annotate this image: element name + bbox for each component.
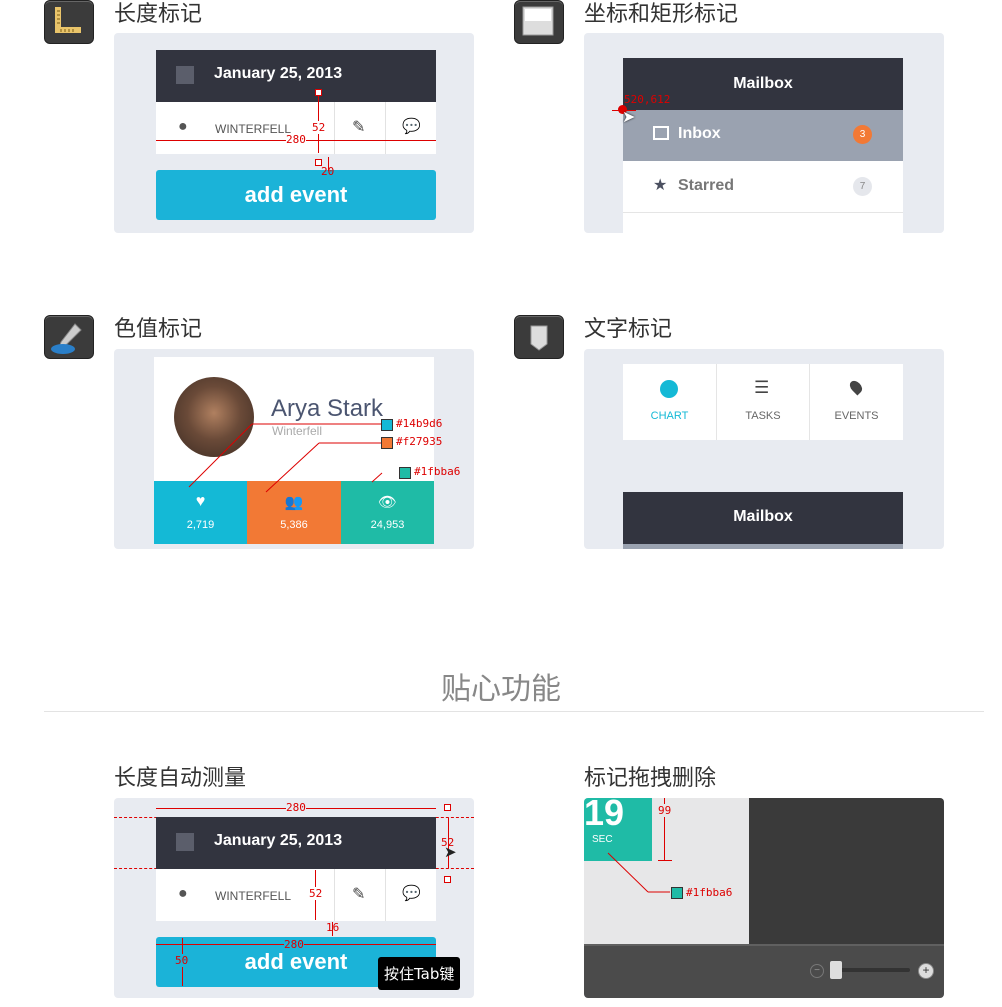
calendar-icon <box>176 833 194 851</box>
pie-chart-icon <box>660 380 678 398</box>
bottom-toolbar: − + <box>584 944 944 998</box>
text-tool-icon[interactable] <box>514 315 564 359</box>
swatch-orange <box>381 437 393 449</box>
swatch-teal <box>399 467 411 479</box>
auto-card-body: ● WINTERFELL ✎ 💬 <box>156 869 436 921</box>
inbox-icon <box>653 126 669 140</box>
comment-icon[interactable]: 💬 <box>402 884 421 902</box>
drag-demo-panel: 19 SEC 99 #1fbba6 − + <box>584 798 944 998</box>
zoom-out-icon[interactable]: − <box>810 964 824 978</box>
zoom-slider[interactable] <box>832 968 910 972</box>
tab-chart[interactable]: CHART <box>623 364 716 440</box>
add-event-button[interactable]: add event <box>156 170 436 220</box>
inbox-label: Inbox <box>678 125 721 142</box>
text-demo-panel: CHART ☰ TASKS EVENTS Mailbox <box>584 349 944 549</box>
section-title-coord: 坐标和矩形标记 <box>584 2 739 27</box>
color-label-orange: #f27935 <box>396 435 443 448</box>
auto-demo-panel: 280 January 25, 2013 ● WINTERFELL ✎ 💬 52… <box>114 798 474 998</box>
swatch-blue <box>381 419 393 431</box>
pin-icon <box>847 378 865 396</box>
section-title-auto: 长度自动测量 <box>114 766 247 791</box>
section-title-color: 色值标记 <box>114 317 203 342</box>
section-title-text: 文字标记 <box>584 317 673 342</box>
zoom-in-icon[interactable]: + <box>918 963 934 979</box>
tab-key-tooltip: 按住Tab键 <box>378 957 461 990</box>
event-date: January 25, 2013 <box>214 65 343 82</box>
location-pin-icon: ● <box>178 118 188 135</box>
color-label-teal: #1fbba6 <box>414 465 461 478</box>
cursor-icon: ➤ <box>622 109 636 126</box>
starred-label: Starred <box>678 177 735 194</box>
mailbox-item-inbox[interactable]: Inbox 3 <box>623 110 903 161</box>
features-heading: 贴心功能 <box>441 672 561 707</box>
coord-label: 520,612 <box>624 93 671 106</box>
dark-canvas <box>749 798 944 944</box>
event-card-body: ● WINTERFELL ✎ 💬 <box>156 102 436 154</box>
edit-icon[interactable]: ✎ <box>352 117 365 137</box>
tab-bar: CHART ☰ TASKS EVENTS <box>623 364 903 440</box>
rect-tool-icon[interactable] <box>514 0 564 44</box>
color-label-blue: #14b9d6 <box>396 417 443 430</box>
section-title-drag: 标记拖拽删除 <box>584 766 717 791</box>
coord-demo-panel: Mailbox Inbox 3 ★ Starred 7 520,612 ➤ <box>584 33 944 233</box>
starred-count-badge: 7 <box>853 177 872 196</box>
length-demo-panel: January 25, 2013 ● WINTERFELL ✎ 💬 add ev… <box>114 33 474 233</box>
star-icon: ★ <box>653 177 668 194</box>
edit-icon[interactable]: ✎ <box>352 884 365 904</box>
width-label: 280 <box>286 133 306 146</box>
tab-tasks[interactable]: ☰ TASKS <box>717 364 809 440</box>
location-pin-icon: ● <box>178 885 188 902</box>
cursor-icon: ➤ <box>444 844 457 861</box>
mailbox2-header: Mailbox <box>623 492 903 544</box>
tab-events[interactable]: EVENTS <box>810 364 903 440</box>
list-icon: ☰ <box>754 378 770 397</box>
zoom-slider-handle[interactable] <box>830 961 842 979</box>
calendar-icon <box>176 66 194 84</box>
gap-label: 20 <box>321 165 335 178</box>
section-title-length: 长度标记 <box>114 2 203 27</box>
event-card-header: January 25, 2013 <box>156 50 436 102</box>
inbox-count-badge: 3 <box>853 125 872 144</box>
color-demo-panel: Arya Stark Winterfell ♥ 2,719 👥 5,386 👁 … <box>114 349 474 549</box>
divider <box>44 711 984 712</box>
event-location: WINTERFELL <box>215 122 292 136</box>
ruler-tool-icon[interactable] <box>44 0 94 44</box>
auto-card-header: January 25, 2013 <box>156 817 436 869</box>
mailbox-item-starred[interactable]: ★ Starred 7 <box>623 161 903 213</box>
mailbox-item-partial <box>623 213 903 233</box>
comment-icon[interactable]: 💬 <box>402 117 421 135</box>
swatch-teal <box>671 887 683 899</box>
height-label: 52 <box>312 121 326 134</box>
eyedropper-tool-icon[interactable] <box>44 315 94 359</box>
